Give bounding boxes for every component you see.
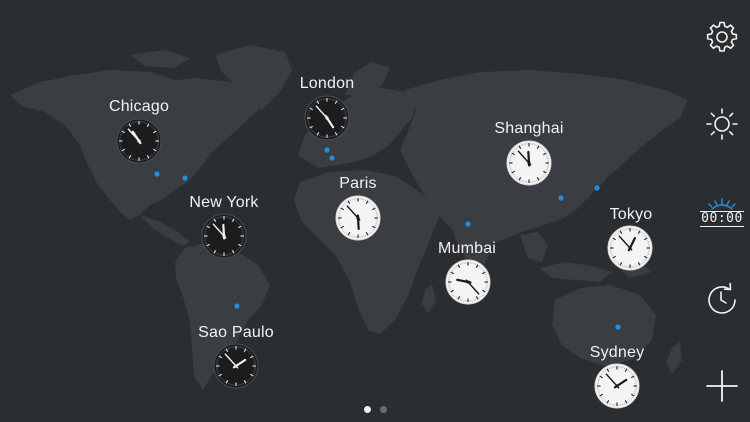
- clock-shanghai[interactable]: [506, 140, 552, 186]
- city-label-sao-paulo: Sao Paulo: [198, 324, 274, 341]
- clock-face: [201, 213, 247, 259]
- city-label-shanghai: Shanghai: [494, 120, 564, 137]
- clock-refresh-icon: [708, 282, 736, 314]
- land-indonesia: [540, 262, 612, 282]
- brightness-button[interactable]: [700, 102, 744, 146]
- land-southeast-asia: [520, 232, 548, 262]
- clock-chicago[interactable]: [116, 118, 162, 164]
- city-dot-shanghai: [558, 195, 564, 201]
- city-dot-sao-paulo: [234, 303, 240, 309]
- digital-alarm-icon: [708, 198, 736, 210]
- plus-icon: [706, 370, 738, 402]
- page-dot-1[interactable]: [363, 406, 371, 413]
- clock-new-york[interactable]: [201, 213, 247, 259]
- clock-face: [445, 259, 491, 305]
- city-label-sydney: Sydney: [589, 344, 645, 361]
- page-dot-2[interactable]: [379, 406, 387, 413]
- city-dot-paris: [329, 155, 335, 161]
- land-new-zealand: [666, 342, 682, 374]
- clock-sydney[interactable]: [594, 363, 640, 409]
- city-dot-tokyo: [594, 185, 600, 191]
- add-city-button[interactable]: [700, 364, 744, 408]
- settings-button[interactable]: [700, 15, 744, 59]
- clock-mumbai[interactable]: [445, 259, 491, 305]
- clock-face: [116, 118, 162, 164]
- clock-london[interactable]: [304, 95, 350, 141]
- clock-tokyo[interactable]: [607, 225, 653, 271]
- clock-face: [607, 225, 653, 271]
- land-central-america: [140, 215, 190, 246]
- city-label-chicago: Chicago: [108, 98, 170, 115]
- clock-sao-paulo[interactable]: [213, 343, 259, 389]
- city-label-new-york: New York: [189, 194, 259, 211]
- sync-clock-button[interactable]: [700, 278, 744, 322]
- gear-icon: [706, 21, 738, 52]
- city-dot-mumbai: [465, 221, 471, 227]
- land-arctic-islands: [130, 50, 190, 68]
- city-label-paris: Paris: [339, 175, 377, 192]
- clock-face: [304, 95, 350, 141]
- clock-face: [506, 140, 552, 186]
- land-madagascar: [422, 284, 436, 314]
- clock-face: [213, 343, 259, 389]
- city-label-tokyo: Tokyo: [609, 206, 653, 223]
- city-dot-chicago: [154, 171, 160, 177]
- clock-face: [335, 195, 381, 241]
- city-dot-london: [324, 147, 330, 153]
- clock-face: [594, 363, 640, 409]
- city-dot-sydney: [615, 324, 621, 330]
- city-label-london: London: [299, 75, 355, 92]
- clock-paris[interactable]: [335, 195, 381, 241]
- sun-icon: [706, 108, 738, 140]
- city-dot-new-york: [182, 175, 188, 181]
- city-label-mumbai: Mumbai: [437, 240, 497, 257]
- alarm-button[interactable]: 00:00: [700, 190, 744, 234]
- alarm-display: 00:00: [700, 211, 744, 227]
- page-indicator: [0, 406, 750, 413]
